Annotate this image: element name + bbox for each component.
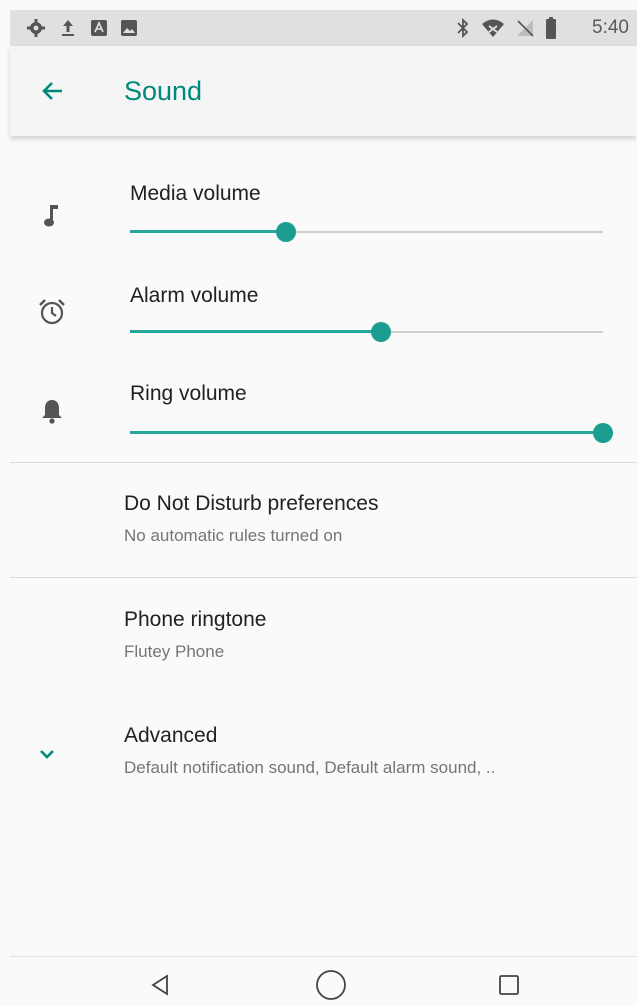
slider-thumb[interactable] bbox=[276, 222, 297, 242]
slider-thumb[interactable] bbox=[370, 322, 391, 342]
back-triangle-icon bbox=[151, 974, 168, 996]
page-title: Sound bbox=[124, 76, 203, 106]
ringtone-summary: Flutey Phone bbox=[124, 642, 225, 661]
notification-a-icon bbox=[88, 10, 110, 46]
dnd-preferences-item[interactable]: Do Not Disturb preferences No automatic … bbox=[10, 463, 637, 577]
settings-list: Media volume Alarm volume Ring volume Do… bbox=[10, 136, 637, 956]
wifi-icon bbox=[480, 10, 506, 46]
status-bar: 5:40 bbox=[10, 10, 637, 46]
alarm-volume-row: Alarm volume bbox=[10, 278, 637, 378]
recents-square-icon bbox=[499, 975, 519, 995]
image-icon bbox=[118, 10, 140, 46]
sound-settings-screen: 5:40 Sound Media volume Alarm volume Rin… bbox=[0, 0, 637, 1006]
battery-icon bbox=[544, 10, 558, 46]
navigation-bar bbox=[10, 956, 637, 1006]
bell-icon bbox=[35, 394, 69, 428]
slider-fill bbox=[130, 431, 603, 434]
advanced-title: Advanced bbox=[124, 724, 218, 747]
nav-back-button[interactable] bbox=[140, 965, 180, 1005]
advanced-item[interactable]: Advanced Default notification sound, Def… bbox=[10, 692, 637, 800]
status-time: 5:40 bbox=[592, 17, 629, 38]
phone-ringtone-item[interactable]: Phone ringtone Flutey Phone bbox=[10, 578, 637, 686]
nav-home-button[interactable] bbox=[311, 965, 351, 1005]
slider-thumb[interactable] bbox=[593, 423, 613, 443]
upload-icon bbox=[58, 10, 78, 46]
alarm-volume-slider[interactable] bbox=[130, 320, 603, 344]
media-volume-slider[interactable] bbox=[130, 220, 603, 244]
gear-icon bbox=[24, 10, 48, 46]
music-note-icon bbox=[35, 199, 69, 233]
media-volume-label: Media volume bbox=[130, 182, 261, 205]
chevron-down-icon bbox=[35, 742, 59, 766]
alarm-clock-icon bbox=[35, 295, 69, 329]
home-circle-icon bbox=[316, 970, 346, 1000]
no-sim-icon bbox=[514, 10, 536, 46]
arrow-back-icon bbox=[42, 82, 62, 100]
slider-fill bbox=[130, 230, 287, 233]
media-volume-row: Media volume bbox=[10, 174, 637, 274]
advanced-summary: Default notification sound, Default alar… bbox=[124, 758, 496, 777]
ring-volume-slider[interactable] bbox=[130, 421, 613, 445]
ringtone-title: Phone ringtone bbox=[124, 608, 267, 631]
dnd-title: Do Not Disturb preferences bbox=[124, 492, 379, 515]
dnd-summary: No automatic rules turned on bbox=[124, 526, 343, 545]
slider-fill bbox=[130, 330, 381, 333]
ring-volume-label: Ring volume bbox=[130, 382, 247, 405]
bluetooth-icon bbox=[454, 10, 472, 46]
nav-recents-button[interactable] bbox=[489, 965, 529, 1005]
app-bar: Sound bbox=[10, 46, 637, 136]
alarm-volume-label: Alarm volume bbox=[130, 284, 259, 307]
back-button[interactable] bbox=[36, 74, 70, 108]
